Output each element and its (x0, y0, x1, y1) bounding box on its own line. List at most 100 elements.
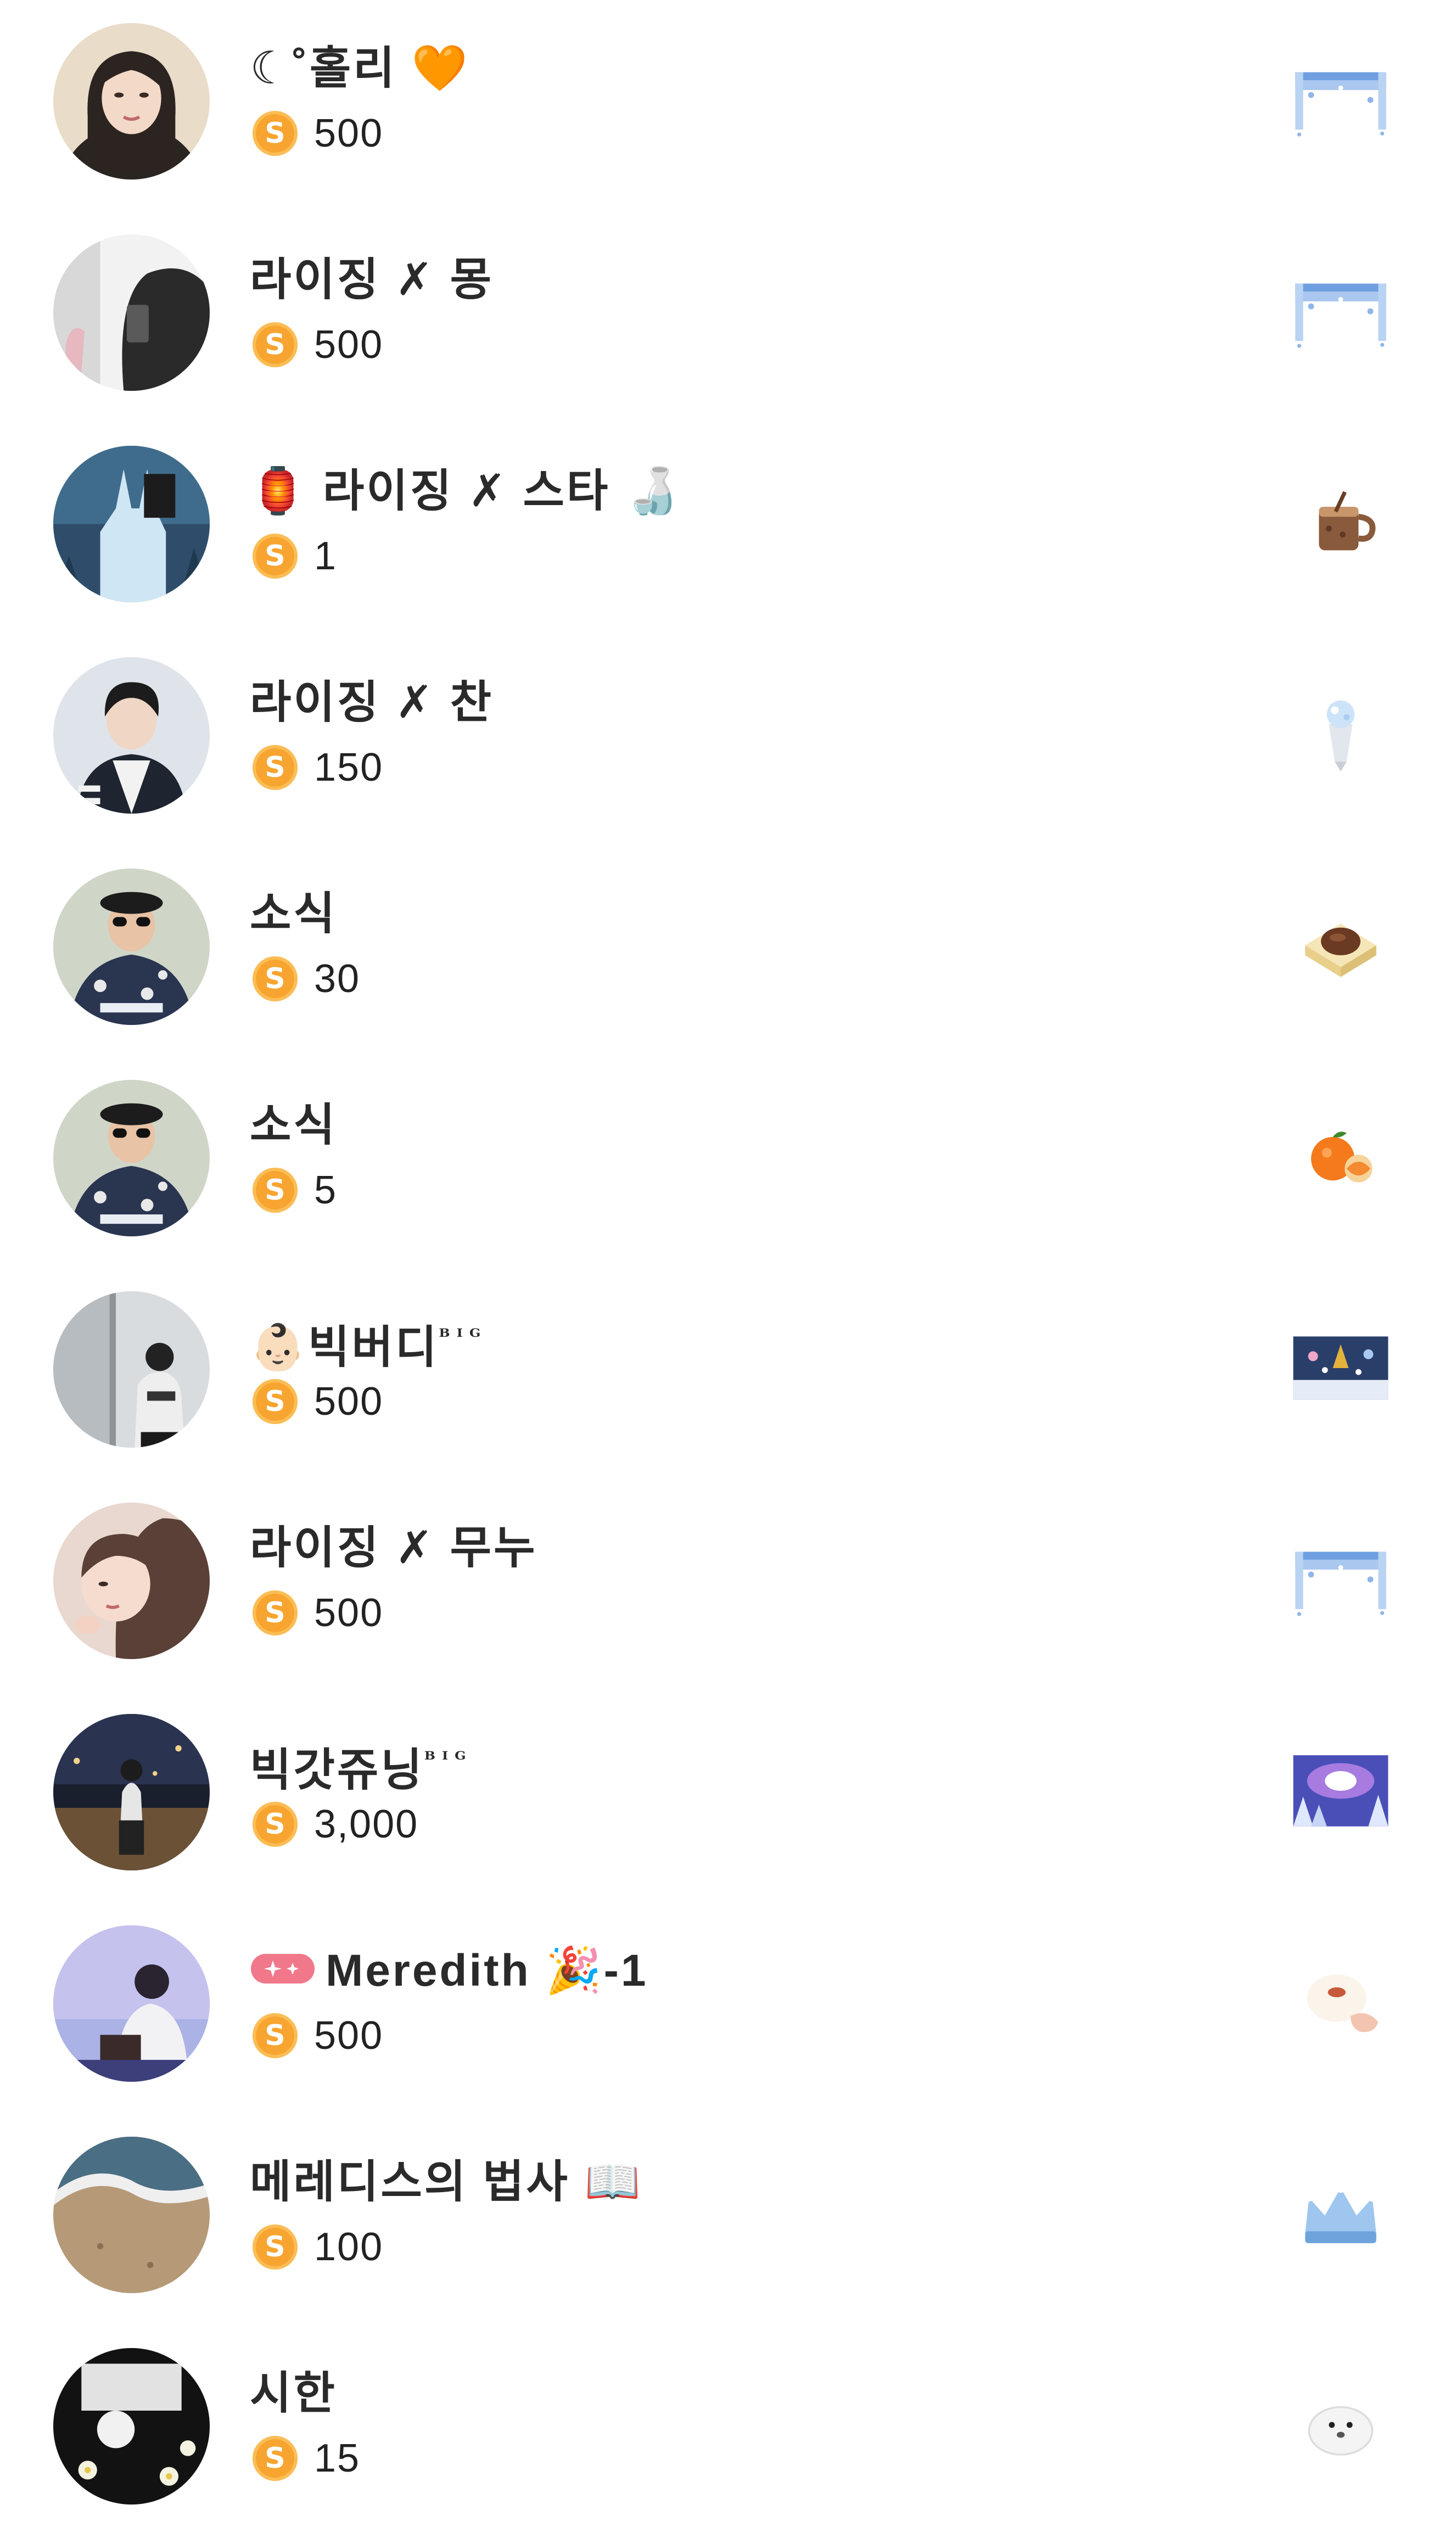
avatar-image (53, 1925, 210, 2082)
avatar-image (53, 1714, 210, 1870)
avatar[interactable] (53, 2137, 210, 2293)
tangerine-gift-icon (1291, 1107, 1390, 1206)
amount-row: S 500 (253, 320, 383, 369)
user-name: ☾˚홀리 🧡 (250, 43, 470, 93)
list-item[interactable]: 메레디스의 법사 📖 S 100 (0, 2114, 1456, 2325)
list-item[interactable]: Meredith 🎉-1 S 500 (0, 1902, 1456, 2114)
list-item[interactable]: 소식 S 30 (0, 845, 1456, 1057)
diamond-bouquet-gift-icon (1291, 685, 1390, 783)
avatar-image (53, 23, 210, 180)
coin-icon: S (253, 1590, 298, 1635)
user-name: 라이징 ✗ 찬 (250, 677, 494, 727)
user-name: 라이징 ✗ 무누 (250, 1523, 537, 1573)
list-item[interactable]: ☾˚홀리 🧡 S 500 (0, 0, 1456, 211)
amount-row: S 100 (253, 2222, 383, 2272)
icy-frame-gift-icon (1291, 262, 1390, 361)
avatar[interactable] (53, 1503, 210, 1659)
avatar[interactable] (53, 23, 210, 180)
amount-value: 5 (314, 1168, 338, 1212)
avatar[interactable] (53, 1291, 210, 1448)
amount-value: 500 (314, 111, 384, 155)
coin-icon: S (253, 111, 298, 156)
avatar[interactable] (53, 446, 210, 602)
avatar[interactable] (53, 869, 210, 1025)
avatar-image (53, 1291, 210, 1448)
list-item[interactable]: 소식 S 5 (0, 1057, 1456, 1268)
crystal-crown-gift-icon (1291, 2164, 1390, 2263)
list-item[interactable]: 시한 S 15 (0, 2325, 1456, 2536)
coin-icon: S (253, 534, 298, 579)
user-name: 👶🏻빅버디ᴮᴵᴳ (250, 1312, 487, 1372)
amount-row: S 150 (253, 743, 383, 792)
user-name-text: Meredith 🎉-1 (326, 1946, 648, 1996)
amount-value: 1 (314, 534, 338, 578)
aurora-forest-gift-icon (1291, 1741, 1390, 1840)
amount-row: S 1 (253, 531, 337, 581)
user-name: 라이징 ✗ 몽 (250, 255, 494, 305)
avatar-image (53, 1080, 210, 1236)
user-name: 빅갓쥬닝ᴮᴵᴳ (250, 1735, 473, 1795)
avatar-image (53, 869, 210, 1025)
ornament-stage-gift-icon (1291, 1319, 1390, 1418)
chocolate-cake-gift-icon (1291, 896, 1390, 995)
coin-icon: S (253, 1802, 298, 1847)
amount-value: 500 (314, 2014, 384, 2058)
amount-row: S 15 (253, 2434, 360, 2483)
avatar[interactable] (53, 1925, 210, 2082)
list-item[interactable]: 빅갓쥬닝ᴮᴵᴳ S 3,000 (0, 1691, 1456, 1902)
amount-row: S 500 (253, 109, 383, 158)
user-name: 메레디스의 법사 📖 (250, 2157, 643, 2207)
avatar[interactable] (53, 1714, 210, 1870)
coin-icon: S (253, 2225, 298, 2270)
avatar-image (53, 2348, 210, 2505)
coin-icon: S (253, 1379, 298, 1424)
list-item[interactable]: 라이징 ✗ 찬 S 150 (0, 634, 1456, 845)
white-seal-gift-icon (1291, 2375, 1390, 2474)
avatar-image (53, 657, 210, 814)
amount-value: 3,000 (314, 1802, 419, 1846)
coin-icon: S (253, 745, 298, 790)
icy-frame-gift-icon (1291, 51, 1390, 149)
list-item[interactable]: 라이징 ✗ 무누 S 500 (0, 1480, 1456, 1691)
avatar-image (53, 1503, 210, 1659)
avatar[interactable] (53, 1080, 210, 1236)
bun-in-hand-gift-icon (1291, 1953, 1390, 2052)
user-name-text: 👶🏻빅버디 (250, 1323, 439, 1372)
list-item[interactable]: 🏮 라이징 ✗ 스타 🍶 S 1 (0, 423, 1456, 634)
amount-value: 500 (314, 1380, 384, 1424)
coin-icon: S (253, 1168, 298, 1213)
coin-icon: S (253, 2436, 298, 2481)
amount-row: S 3,000 (253, 1800, 418, 1849)
sparkle-badge-icon (251, 1954, 315, 1984)
avatar[interactable] (53, 657, 210, 814)
avatar-image (53, 446, 210, 602)
supporter-list: ☾˚홀리 🧡 S 500 라이징 ✗ 몽 S 500 🏮 라이징 ✗ 스타 🍶 … (0, 0, 1456, 2538)
icy-frame-gift-icon (1291, 1530, 1390, 1629)
coin-icon: S (253, 322, 298, 367)
amount-row: S 500 (253, 1588, 383, 1638)
avatar[interactable] (53, 2348, 210, 2505)
user-name-text: 빅갓쥬닝 (250, 1745, 424, 1795)
user-name: 소식 (250, 1100, 337, 1150)
coffee-mug-gift-icon (1291, 473, 1390, 572)
amount-row: S 30 (253, 954, 360, 1004)
amount-value: 150 (314, 746, 384, 789)
avatar-image (53, 2137, 210, 2293)
user-name: 소식 (250, 889, 337, 939)
avatar-image (53, 234, 210, 391)
amount-row: S 500 (253, 2011, 383, 2060)
amount-value: 15 (314, 2436, 361, 2480)
amount-value: 500 (314, 1591, 384, 1635)
user-name: 시한 (250, 2368, 337, 2418)
user-name: 🏮 라이징 ✗ 스타 🍶 (250, 466, 684, 516)
amount-value: 100 (314, 2225, 384, 2269)
coin-icon: S (253, 2013, 298, 2058)
list-item[interactable]: 라이징 ✗ 몽 S 500 (0, 211, 1456, 423)
avatar[interactable] (53, 234, 210, 391)
list-item[interactable]: 👶🏻빅버디ᴮᴵᴳ S 500 (0, 1268, 1456, 1480)
name-superscript: ᴮᴵᴳ (424, 1747, 473, 1772)
coin-icon: S (253, 956, 298, 1001)
name-superscript: ᴮᴵᴳ (439, 1324, 488, 1349)
amount-row: S 5 (253, 1166, 337, 1215)
amount-value: 500 (314, 323, 384, 367)
